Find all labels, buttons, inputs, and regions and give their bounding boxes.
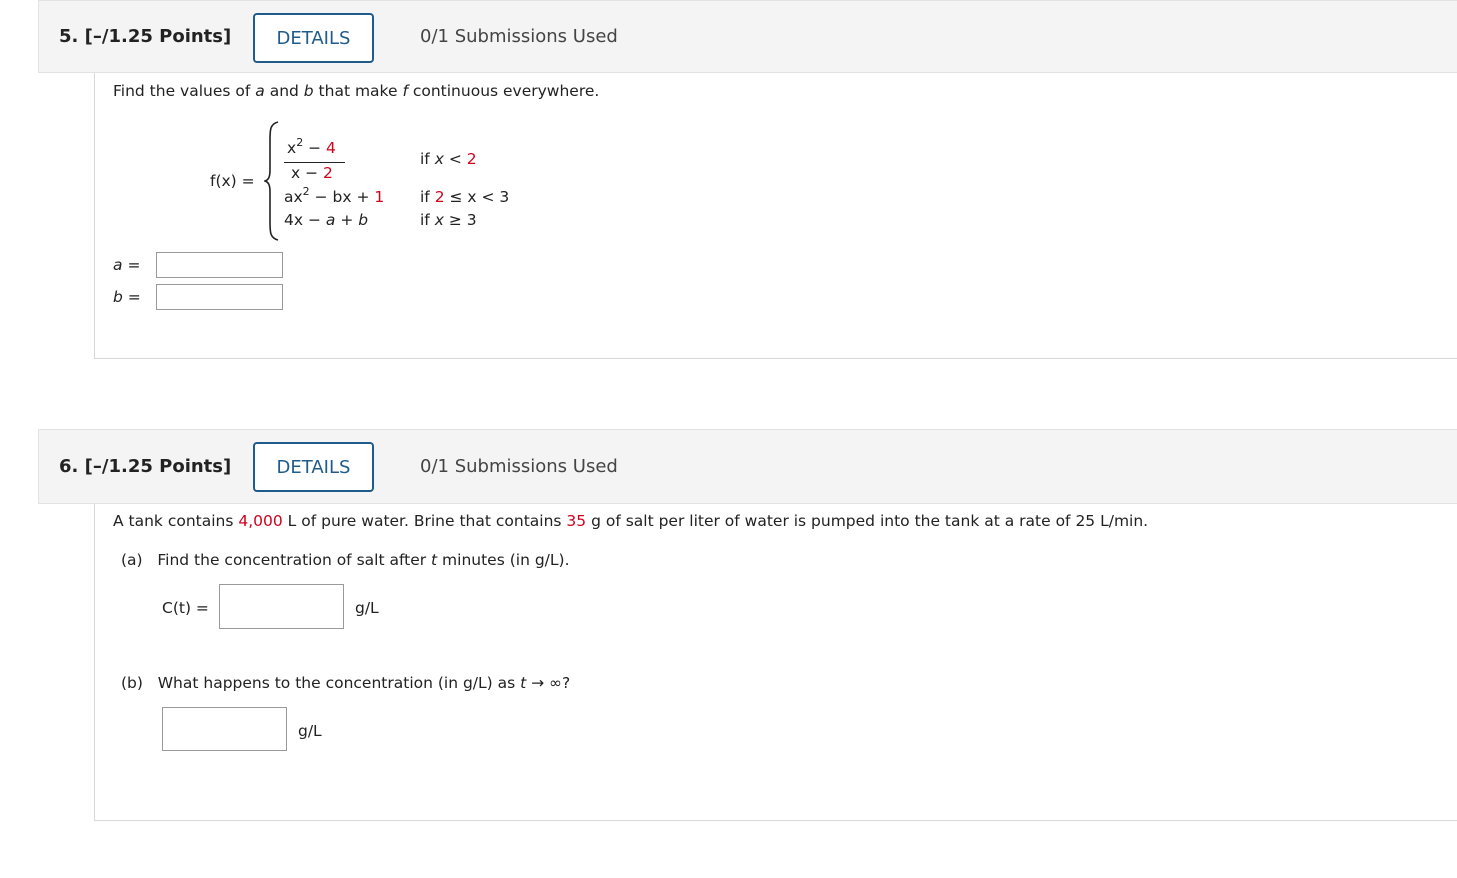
unit-label-a: g/L bbox=[355, 599, 379, 617]
case1-condition: if x < 2 bbox=[420, 150, 477, 168]
fraction-bar bbox=[284, 162, 345, 163]
function-label: f(x) = bbox=[210, 172, 255, 190]
part-a-question: (a) Find the concentration of salt after… bbox=[121, 551, 570, 569]
concentration-label: C(t) = bbox=[162, 599, 209, 617]
details-button[interactable]: DETAILS bbox=[253, 13, 374, 63]
part-b-question: (b) What happens to the concentration (i… bbox=[121, 674, 571, 692]
question-6-number: 6. [–/1.25 Points] bbox=[59, 456, 232, 477]
submissions-used: 0/1 Submissions Used bbox=[420, 456, 618, 477]
question-5-header: 5. [–/1.25 Points] DETAILS 0/1 Submissio… bbox=[38, 0, 1457, 73]
submissions-used: 0/1 Submissions Used bbox=[420, 26, 618, 47]
question-5-number: 5. [–/1.25 Points] bbox=[59, 26, 232, 47]
limit-input[interactable] bbox=[162, 707, 287, 751]
case2-condition: if 2 ≤ x < 3 bbox=[420, 188, 510, 206]
answer-b-label: b = bbox=[113, 288, 141, 306]
answer-a-input[interactable] bbox=[156, 252, 283, 278]
question-5-prompt: Find the values of a and b that make f c… bbox=[113, 82, 600, 100]
case3-condition: if x ≥ 3 bbox=[420, 211, 477, 229]
case2-expression: ax2 − bx + 1 bbox=[284, 185, 385, 206]
question-6-header: 6. [–/1.25 Points] DETAILS 0/1 Submissio… bbox=[38, 429, 1457, 504]
answer-a-label: a = bbox=[113, 256, 141, 274]
unit-label-b: g/L bbox=[298, 722, 322, 740]
case1-numerator: x2 − 4 bbox=[287, 136, 336, 157]
answer-b-input[interactable] bbox=[156, 284, 283, 310]
details-button[interactable]: DETAILS bbox=[253, 442, 374, 492]
left-brace-icon bbox=[264, 121, 279, 241]
case3-expression: 4x − a + b bbox=[284, 211, 369, 229]
concentration-input[interactable] bbox=[219, 584, 344, 629]
case1-denominator: x − 2 bbox=[291, 164, 333, 182]
question-6-prompt: A tank contains 4,000 L of pure water. B… bbox=[113, 512, 1149, 530]
